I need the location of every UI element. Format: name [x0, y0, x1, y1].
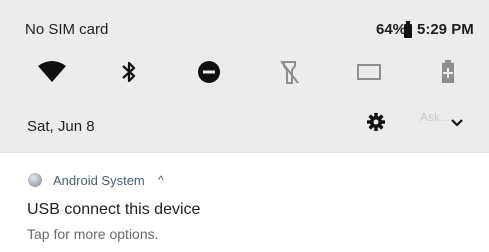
- faint-background-text: Ask...: [420, 110, 451, 124]
- notification-body: Tap for more options.: [27, 226, 159, 242]
- battery-saver-icon[interactable]: [432, 57, 464, 87]
- battery-icon: [404, 21, 412, 38]
- usb-notification[interactable]: Android System ^ USB connect this device…: [0, 152, 489, 252]
- android-system-icon: [28, 173, 42, 187]
- chevron-down-icon[interactable]: [449, 116, 465, 130]
- carrier-label: No SIM card: [25, 21, 109, 38]
- wifi-icon[interactable]: [36, 57, 68, 87]
- collapse-caret-icon[interactable]: ^: [158, 173, 164, 187]
- notification-shade-header: No SIM card 64% 5:29 PM Sat, Jun 8 Ask..…: [0, 0, 489, 152]
- settings-gear-icon[interactable]: [366, 112, 386, 132]
- do-not-disturb-icon[interactable]: [193, 57, 225, 87]
- clock: 5:29 PM: [417, 21, 474, 38]
- notification-title: USB connect this device: [27, 201, 201, 218]
- flashlight-off-icon[interactable]: [273, 57, 305, 87]
- notification-app-name: Android System: [53, 173, 145, 188]
- bluetooth-icon[interactable]: [113, 57, 145, 87]
- battery-percent: 64%: [376, 21, 407, 38]
- cast-icon[interactable]: [353, 57, 385, 87]
- date-label: Sat, Jun 8: [27, 118, 95, 135]
